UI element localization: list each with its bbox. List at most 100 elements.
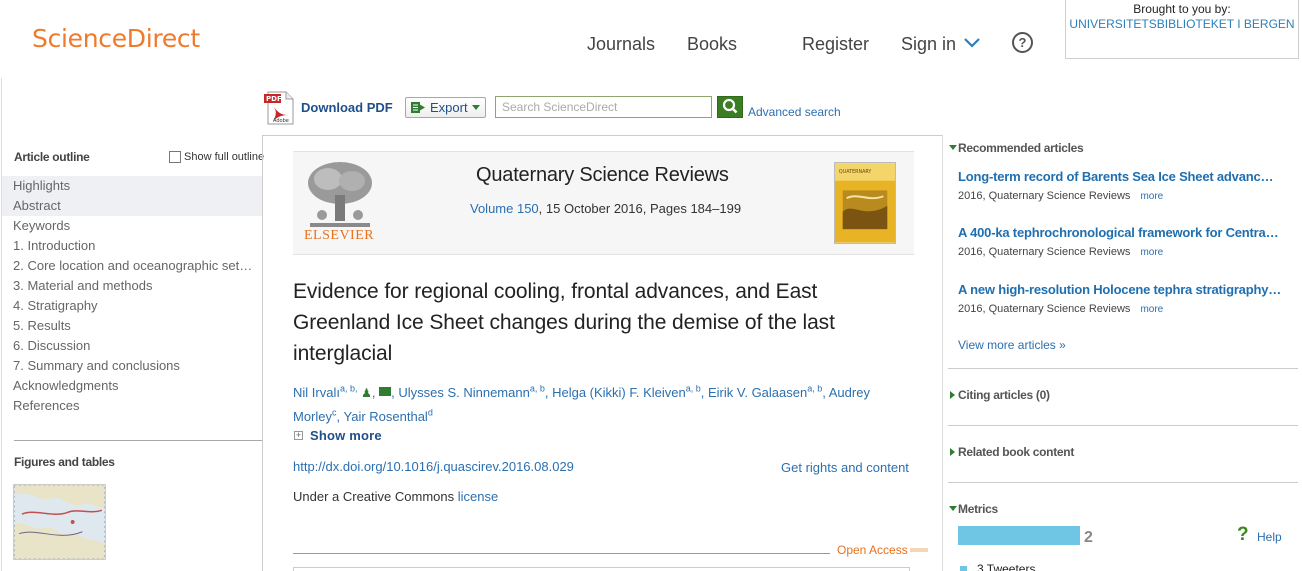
mail-icon[interactable] (379, 387, 392, 396)
caret-down-icon (472, 105, 480, 110)
journal-cover-image[interactable]: QUATERNARY (834, 162, 896, 244)
search-icon (722, 98, 738, 114)
outline-item-core-location[interactable]: 2. Core location and oceanographic set… (2, 256, 262, 276)
chevron-down-icon[interactable] (962, 36, 982, 50)
recommended-article-meta: 2016, Quaternary Science Reviews more (958, 190, 1163, 202)
metric-count: 2 (1084, 529, 1093, 546)
expand-triangle-icon[interactable] (950, 391, 955, 399)
author-affiliation[interactable]: a, b, (340, 384, 358, 394)
search-input[interactable] (495, 96, 712, 118)
open-access-badge: Open Access (837, 543, 908, 557)
download-pdf-link[interactable]: Download PDF (301, 100, 393, 115)
outline-item-highlights[interactable]: Highlights (2, 176, 262, 196)
more-link[interactable]: more (1140, 191, 1163, 202)
recommended-article-link[interactable]: A 400-ka tephrochronological framework f… (958, 225, 1288, 240)
metrics-help-link[interactable]: Help (1257, 530, 1282, 544)
nav-books[interactable]: Books (687, 34, 737, 55)
abstract-box-top (293, 567, 910, 571)
sidebar-divider (948, 368, 1298, 369)
license-text: Under a Creative Commons license (293, 489, 498, 504)
recommended-article-meta: 2016, Quaternary Science Reviews more (958, 246, 1163, 258)
author-link[interactable]: Eirik V. Galaasen (708, 385, 807, 400)
author-affiliation[interactable]: a, b (686, 384, 701, 394)
author-affiliation[interactable]: a, b (807, 384, 822, 394)
recommended-source: 2016, Quaternary Science Reviews (958, 303, 1131, 315)
recommended-heading[interactable]: Recommended articles (958, 141, 1084, 155)
author-affiliation[interactable]: c (332, 408, 337, 418)
author-link[interactable]: Nil Irvalı (293, 385, 340, 400)
outline-item-acknowledgments[interactable]: Acknowledgments (2, 376, 262, 396)
outline-item-summary[interactable]: 7. Summary and conclusions (2, 356, 262, 376)
more-link[interactable]: more (1140, 247, 1163, 258)
outline-item-introduction[interactable]: 1. Introduction (2, 236, 262, 256)
author-link[interactable]: Ulysses S. Ninnemann (398, 385, 530, 400)
outline-item-abstract[interactable]: Abstract (2, 196, 262, 216)
rights-link[interactable]: Get rights and content (781, 460, 909, 475)
more-link[interactable]: more (1140, 304, 1163, 315)
related-book-content-heading[interactable]: Related book content (958, 445, 1074, 459)
elsevier-wordmark: ELSEVIER (304, 228, 375, 243)
view-more-articles-link[interactable]: View more articles » (958, 338, 1066, 352)
metrics-heading[interactable]: Metrics (958, 502, 998, 516)
license-prefix: Under a Creative Commons (293, 489, 458, 504)
pdf-icon[interactable]: PDF Adobe (264, 91, 297, 125)
show-full-outline-label[interactable]: Show full outline (184, 151, 264, 163)
help-icon[interactable]: ? (1012, 32, 1033, 53)
author-link[interactable]: Yair Rosenthal (344, 409, 428, 424)
institution-link[interactable]: UNIVERSITETSBIBLIOTEKET I BERGEN (1066, 17, 1298, 31)
author-list: Nil Irvalıa, b, ♟, , Ulysses S. Ninneman… (293, 383, 870, 424)
open-access-marker (910, 548, 928, 552)
author-affiliation[interactable]: d (428, 408, 433, 418)
search-button[interactable] (717, 96, 743, 118)
volume-link[interactable]: Volume 150 (470, 201, 539, 216)
sciencedirect-logo[interactable]: ScienceDirect (32, 24, 200, 53)
expand-plus-icon[interactable]: + (294, 431, 303, 440)
show-full-outline-checkbox[interactable] (169, 151, 181, 163)
collapse-triangle-icon[interactable] (949, 145, 957, 150)
help-question-icon[interactable]: ? (1237, 524, 1249, 546)
figure-thumbnail[interactable] (13, 484, 106, 560)
outline-item-keywords[interactable]: Keywords (2, 216, 262, 236)
author-affiliation[interactable]: a, b (530, 384, 545, 394)
article-title: Evidence for regional cooling, frontal a… (293, 280, 835, 365)
nav-register[interactable]: Register (802, 34, 869, 55)
sidebar-divider (948, 482, 1298, 483)
open-access-divider (293, 553, 830, 554)
outline-item-results[interactable]: 5. Results (2, 316, 262, 336)
person-icon[interactable]: ♟ (361, 386, 372, 400)
outline-item-methods[interactable]: 3. Material and methods (2, 276, 262, 296)
show-more-button[interactable]: Show more (310, 428, 382, 443)
doi-link[interactable]: http://dx.doi.org/10.1016/j.quascirev.20… (293, 459, 574, 474)
svg-text:QUATERNARY: QUATERNARY (839, 169, 872, 175)
collapse-triangle-icon[interactable] (949, 506, 957, 511)
recommended-article-link[interactable]: Long-term record of Barents Sea Ice Shee… (958, 169, 1288, 184)
outline-item-references[interactable]: References (2, 396, 262, 416)
tweeters-bullet (960, 566, 967, 571)
export-button[interactable]: Export (405, 97, 486, 118)
export-icon (411, 102, 425, 113)
journal-meta: Volume 150, 15 October 2016, Pages 184–1… (470, 201, 741, 216)
author-link[interactable]: Helga (Kikki) F. Kleiven (552, 385, 686, 400)
sidebar-divider (948, 425, 1298, 426)
recommended-source: 2016, Quaternary Science Reviews (958, 246, 1131, 258)
issue-info: , 15 October 2016, Pages 184–199 (538, 201, 742, 216)
metric-score-bar (958, 526, 1080, 545)
svg-text:Adobe: Adobe (273, 118, 289, 124)
brought-label: Brought to you by: (1133, 2, 1231, 16)
figures-heading: Figures and tables (14, 455, 115, 469)
recommended-article-link[interactable]: A new high-resolution Holocene tephra st… (958, 282, 1288, 297)
nav-signin[interactable]: Sign in (901, 34, 956, 55)
advanced-search-link[interactable]: Advanced search (748, 105, 841, 119)
nav-journals[interactable]: Journals (587, 34, 655, 55)
citing-articles-heading[interactable]: Citing articles (0) (958, 388, 1050, 402)
license-link[interactable]: license (458, 489, 498, 504)
expand-triangle-icon[interactable] (950, 448, 955, 456)
outline-item-discussion[interactable]: 6. Discussion (2, 336, 262, 356)
svg-text:PDF: PDF (266, 95, 282, 103)
outline-heading: Article outline (14, 150, 90, 164)
outline-list: Highlights Abstract Keywords 1. Introduc… (2, 176, 262, 416)
journal-title[interactable]: Quaternary Science Reviews (476, 164, 729, 187)
tweeters-count: 3 Tweeters (977, 562, 1036, 571)
outline-item-stratigraphy[interactable]: 4. Stratigraphy (2, 296, 262, 316)
export-label: Export (430, 100, 468, 115)
